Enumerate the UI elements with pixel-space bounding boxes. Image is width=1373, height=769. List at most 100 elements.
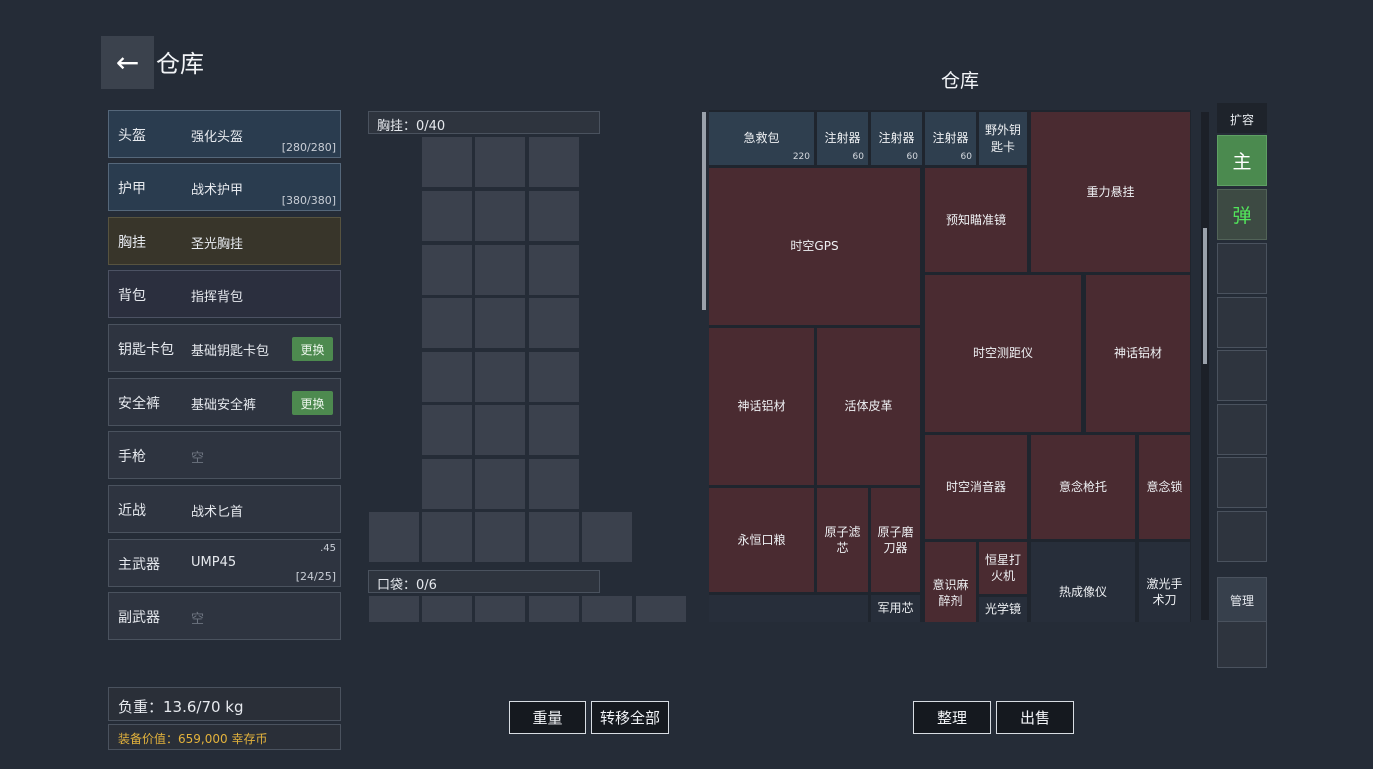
slot-primary-weapon[interactable]: 主武器 UMP45 .45 [24/25] <box>108 539 341 587</box>
storage-item[interactable]: 时空测距仪 <box>925 275 1081 432</box>
weight-load: 负重：13.6/70 kg <box>108 687 341 721</box>
storage-item[interactable]: 时空GPS <box>709 168 920 325</box>
tab-empty[interactable] <box>1217 297 1267 348</box>
pocket-cell[interactable] <box>582 596 632 622</box>
storage-item[interactable]: 神话铝材 <box>1086 275 1190 432</box>
rig-cell[interactable] <box>529 298 579 348</box>
scrollbar-track[interactable] <box>1201 112 1209 620</box>
rig-cell[interactable] <box>422 512 472 562</box>
storage-item[interactable]: 原子磨刀器 <box>871 488 920 592</box>
slot-pistol[interactable]: 手枪 空 <box>108 431 341 479</box>
storage-item[interactable]: 活体皮革 <box>817 328 920 485</box>
tab-empty[interactable] <box>1217 511 1267 562</box>
transfer-all-button[interactable]: 转移全部 <box>591 701 669 734</box>
caliber: .45 <box>320 543 336 554</box>
rig-cell[interactable] <box>475 298 525 348</box>
manage-button[interactable]: 管理 <box>1217 577 1267 623</box>
rig-cell[interactable] <box>422 245 472 295</box>
storage-item-partial[interactable] <box>709 595 868 622</box>
storage-item[interactable]: 时空消音器 <box>925 435 1027 539</box>
slot-item: 空 <box>191 451 205 466</box>
pocket-cell[interactable] <box>636 596 686 622</box>
storage-item[interactable]: 注射器 60 <box>817 112 868 165</box>
sort-button[interactable]: 整理 <box>913 701 991 734</box>
storage-item[interactable]: 神话铝材 <box>709 328 814 485</box>
storage-item[interactable]: 注射器 60 <box>871 112 922 165</box>
slot-safe-pants[interactable]: 安全裤 基础安全裤 更换 <box>108 378 341 426</box>
scrollbar-thumb[interactable] <box>1203 228 1207 364</box>
slot-label: 主武器 <box>118 557 160 573</box>
slot-melee[interactable]: 近战 战术匕首 <box>108 485 341 533</box>
storage-item[interactable]: 意念锁 <box>1139 435 1190 539</box>
storage-item[interactable]: 永恒口粮 <box>709 488 814 592</box>
rig-cell[interactable] <box>475 459 525 509</box>
slot-armor[interactable]: 护甲 战术护甲 [380/380] <box>108 163 341 211</box>
rig-cell[interactable] <box>369 512 419 562</box>
slot-secondary-weapon[interactable]: 副武器 空 <box>108 592 341 640</box>
storage-item[interactable]: 急救包 220 <box>709 112 814 165</box>
pocket-cell[interactable] <box>369 596 419 622</box>
swap-button[interactable]: 更换 <box>292 391 333 415</box>
slot-item: UMP45 <box>191 555 237 570</box>
scrollbar-left[interactable] <box>702 112 706 310</box>
rig-cell[interactable] <box>582 512 632 562</box>
pocket-cell[interactable] <box>529 596 579 622</box>
expand-header: 扩容 <box>1217 103 1267 133</box>
rig-cell[interactable] <box>422 459 472 509</box>
slot-label: 副武器 <box>118 610 160 626</box>
weight-button[interactable]: 重量 <box>509 701 586 734</box>
pocket-cell[interactable] <box>422 596 472 622</box>
tab-empty[interactable] <box>1217 621 1267 668</box>
storage-item[interactable]: 注射器 60 <box>925 112 976 165</box>
rig-cell[interactable] <box>529 459 579 509</box>
pocket-cell[interactable] <box>475 596 525 622</box>
slot-helmet[interactable]: 头盔 强化头盔 [280/280] <box>108 110 341 158</box>
rig-cell[interactable] <box>422 191 472 241</box>
tab-empty[interactable] <box>1217 350 1267 401</box>
rig-cell[interactable] <box>529 191 579 241</box>
rig-cell[interactable] <box>475 512 525 562</box>
slot-chest-rig[interactable]: 胸挂 圣光胸挂 <box>108 217 341 265</box>
sell-button[interactable]: 出售 <box>996 701 1074 734</box>
rig-cell[interactable] <box>475 405 525 455</box>
storage-item[interactable]: 恒星打火机 <box>979 542 1027 594</box>
rig-cell[interactable] <box>475 191 525 241</box>
rig-cell[interactable] <box>529 245 579 295</box>
tab-ammo[interactable]: 弹 <box>1217 189 1267 240</box>
storage-item[interactable]: 热成像仪 <box>1031 542 1135 622</box>
rig-cell[interactable] <box>422 137 472 187</box>
rig-cell[interactable] <box>475 137 525 187</box>
tab-empty[interactable] <box>1217 404 1267 455</box>
storage-item[interactable]: 原子滤芯 <box>817 488 868 592</box>
slot-backpack[interactable]: 背包 指挥背包 <box>108 270 341 318</box>
storage-item[interactable]: 军用芯 <box>871 595 920 622</box>
rig-cell[interactable] <box>422 405 472 455</box>
rig-cell[interactable] <box>529 137 579 187</box>
storage-item[interactable]: 光学镜 <box>979 597 1027 622</box>
storage-item[interactable]: 意识麻醉剂 <box>925 542 976 622</box>
rig-cell[interactable] <box>529 512 579 562</box>
rig-cell[interactable] <box>529 405 579 455</box>
storage-item[interactable]: 野外钥匙卡 <box>979 112 1027 165</box>
rig-cell[interactable] <box>529 352 579 402</box>
slot-item: 空 <box>191 612 205 627</box>
ammo-count: [24/25] <box>295 570 336 583</box>
tab-empty[interactable] <box>1217 243 1267 294</box>
rig-cell[interactable] <box>475 245 525 295</box>
back-button[interactable]: ← <box>101 36 154 89</box>
tab-empty[interactable] <box>1217 457 1267 508</box>
storage-item[interactable]: 重力悬挂 <box>1031 112 1190 272</box>
tab-main[interactable]: 主 <box>1217 135 1267 186</box>
storage-item[interactable]: 意念枪托 <box>1031 435 1135 539</box>
pocket-header: 口袋：0/6 <box>368 570 600 593</box>
storage-item[interactable]: 预知瞄准镜 <box>925 168 1027 272</box>
rig-cell[interactable] <box>475 352 525 402</box>
storage-grid: 急救包 220 注射器 60 注射器 60 注射器 60 野外钥匙卡 重力悬挂 时空GP… <box>709 110 1191 622</box>
slot-label: 近战 <box>118 503 146 519</box>
swap-button[interactable]: 更换 <box>292 337 333 361</box>
rig-cell[interactable] <box>422 352 472 402</box>
rig-cell[interactable] <box>422 298 472 348</box>
slot-item: 强化头盔 <box>191 130 244 145</box>
storage-item[interactable]: 激光手术刀 <box>1139 542 1190 622</box>
slot-keycard-case[interactable]: 钥匙卡包 基础钥匙卡包 更换 <box>108 324 341 372</box>
